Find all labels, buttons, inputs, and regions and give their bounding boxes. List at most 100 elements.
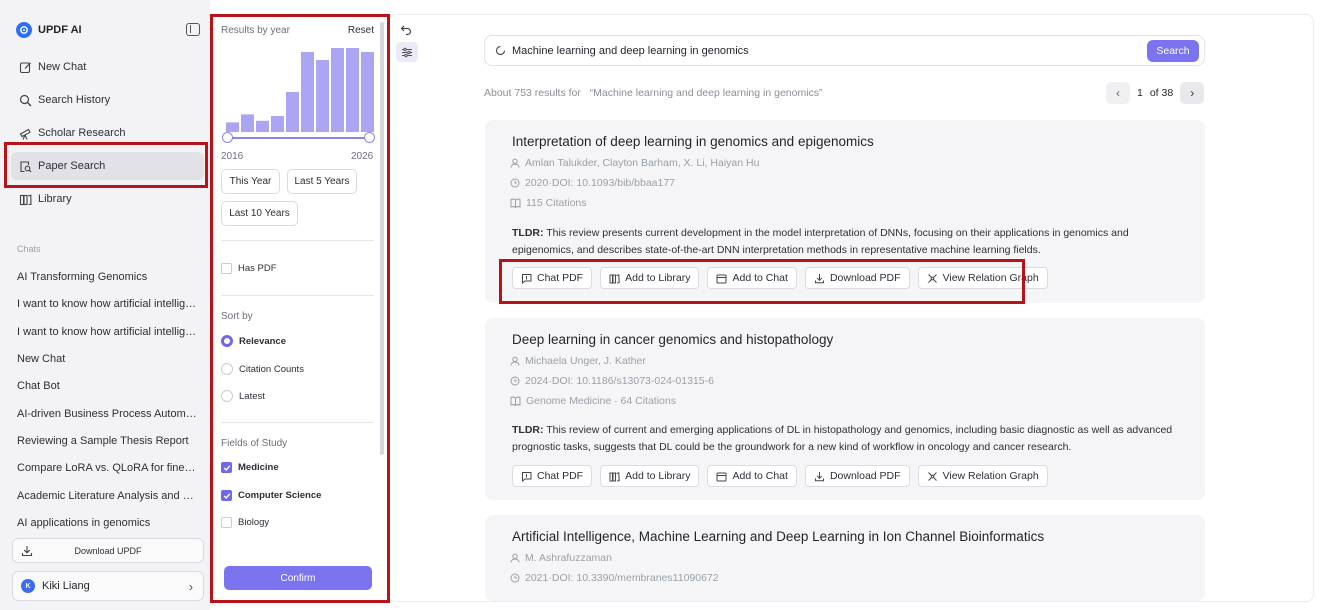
view-relation-graph-button[interactable]: View Relation Graph	[917, 267, 1048, 289]
sidebar-item-new-chat[interactable]: New Chat	[11, 53, 204, 81]
sidebar-collapse-icon[interactable]	[186, 23, 200, 36]
chat-history-item[interactable]: I want to know how artificial intelligen…	[17, 326, 197, 338]
sort-option-label: Citation Counts	[239, 363, 304, 375]
add-to-library-button[interactable]: Add to Library	[600, 267, 700, 289]
sidebar-item-label: Search History	[38, 94, 111, 106]
field-medicine-checkbox[interactable]: Medicine	[221, 462, 279, 473]
user-icon	[510, 553, 520, 563]
paper-title[interactable]: Artificial Intelligence, Machine Learnin…	[512, 529, 1044, 544]
chat-pdf-button[interactable]: Chat PDF	[512, 465, 593, 487]
action-label: View Relation Graph	[942, 272, 1039, 284]
user-icon	[510, 356, 520, 366]
add-to-chat-button[interactable]: Add to Chat	[707, 267, 797, 289]
loading-spinner-icon	[495, 45, 506, 56]
last-5-years-chip[interactable]: Last 5 Years	[287, 169, 357, 194]
brand[interactable]: UPDF AI	[16, 22, 82, 38]
search-input[interactable]: Machine learning and deep learning in ge…	[512, 45, 749, 57]
library-icon	[19, 193, 32, 206]
tldr-label: TLDR:	[512, 227, 544, 239]
sort-option-citation-counts[interactable]: Citation Counts	[221, 363, 304, 375]
chat-history-item[interactable]: Chat Bot	[17, 380, 197, 392]
library-icon	[609, 273, 620, 284]
chat-history-item[interactable]: AI Transforming Genomics	[17, 271, 197, 283]
fields-of-study-label: Fields of Study	[221, 438, 288, 449]
checkbox[interactable]	[221, 517, 232, 528]
undo-icon[interactable]	[400, 24, 412, 36]
paper-title[interactable]: Interpretation of deep learning in genom…	[512, 134, 874, 149]
paper-actions: Chat PDF Add to Library Add to Chat Down…	[512, 267, 1048, 289]
add-to-chat-button[interactable]: Add to Chat	[707, 465, 797, 487]
reset-button[interactable]: Reset	[348, 25, 374, 36]
chat-history-item[interactable]: I want to know how artificial intelligen…	[17, 298, 197, 310]
download-icon	[814, 471, 825, 482]
download-label: Download UPDF	[74, 545, 142, 556]
edit-icon	[19, 61, 32, 74]
chat-history-item[interactable]: AI-driven Business Process Automation	[17, 408, 197, 420]
chevron-right-icon: ›	[189, 580, 193, 594]
chat-pdf-button[interactable]: Chat PDF	[512, 267, 593, 289]
sidebar: UPDF AI New Chat Search History Scholar …	[0, 0, 210, 610]
book-icon	[510, 198, 521, 208]
field-label: Computer Science	[238, 490, 322, 501]
doi-text: 2021·DOI: 10.3390/membranes11090672	[525, 572, 719, 584]
filter-toggle-button[interactable]	[396, 42, 418, 62]
prev-page-button[interactable]: ‹	[1106, 82, 1130, 104]
filter-panel: Results by year Reset 2016 2026 This Yea…	[210, 14, 390, 602]
histogram-bar	[346, 48, 359, 132]
year-range-start-handle[interactable]	[222, 132, 233, 143]
paper-authors: Amlan Talukder, Clayton Barham, X. Li, H…	[510, 157, 759, 169]
paper-title[interactable]: Deep learning in cancer genomics and his…	[512, 332, 833, 347]
sidebar-item-library[interactable]: Library	[11, 185, 204, 213]
filter-scrollbar[interactable]	[380, 22, 384, 455]
has-pdf-checkbox[interactable]: Has PDF	[221, 263, 277, 274]
radio-selected[interactable]	[221, 335, 233, 347]
this-year-chip[interactable]: This Year	[221, 169, 280, 194]
radio[interactable]	[221, 390, 233, 402]
confirm-button[interactable]: Confirm	[224, 566, 372, 590]
radio[interactable]	[221, 363, 233, 375]
view-relation-graph-button[interactable]: View Relation Graph	[917, 465, 1048, 487]
chat-history-item[interactable]: Compare LoRA vs. QLoRA for fine-tuning	[17, 462, 197, 474]
download-pdf-button[interactable]: Download PDF	[804, 267, 910, 289]
last-10-years-chip[interactable]: Last 10 Years	[221, 201, 298, 226]
authors-text: M. Ashrafuzzaman	[525, 552, 612, 564]
sidebar-item-search-history[interactable]: Search History	[11, 86, 204, 114]
action-label: Add to Chat	[732, 470, 788, 482]
tldr-text: This review of current and emerging appl…	[512, 424, 1173, 453]
paper-search-icon	[19, 160, 32, 173]
field-computer-science-checkbox[interactable]: Computer Science	[221, 490, 321, 501]
chat-history-item[interactable]: Academic Literature Analysis and Strateg…	[17, 490, 197, 502]
action-label: Chat PDF	[537, 272, 584, 284]
action-label: Download PDF	[829, 470, 901, 482]
next-page-button[interactable]: ›	[1180, 82, 1205, 104]
field-biology-checkbox[interactable]: Biology	[221, 517, 269, 528]
paper-doi: 2024·DOI: 10.1186/s13073-024-01315-6	[510, 375, 714, 387]
chat-history-item[interactable]: AI applications in genomics	[17, 517, 197, 529]
paper-actions: Chat PDF Add to Library Add to Chat Down…	[512, 465, 1048, 487]
add-to-library-button[interactable]: Add to Library	[600, 465, 700, 487]
checkbox-checked[interactable]	[221, 462, 232, 473]
search-button[interactable]: Search	[1147, 40, 1199, 62]
chat-history-item[interactable]: Reviewing a Sample Thesis Report	[17, 435, 197, 447]
sidebar-item-scholar-research[interactable]: Scholar Research	[11, 119, 204, 147]
result-card: Interpretation of deep learning in genom…	[485, 120, 1205, 303]
paper-citations: 115 Citations	[510, 197, 587, 209]
graph-icon	[927, 471, 938, 482]
sidebar-item-label: Paper Search	[38, 160, 106, 172]
histogram-bar	[226, 122, 239, 132]
year-range-end-handle[interactable]	[364, 132, 375, 143]
action-label: Download PDF	[829, 272, 901, 284]
sidebar-item-paper-search[interactable]: Paper Search	[11, 152, 204, 180]
total-pages: of 38	[1149, 87, 1174, 99]
sort-option-latest[interactable]: Latest	[221, 390, 265, 402]
user-profile[interactable]: K Kiki Liang ›	[12, 571, 204, 601]
checkbox[interactable]	[221, 263, 232, 274]
histogram-bar	[271, 116, 284, 132]
paper-doi: 2020·DOI: 10.1093/bib/bbaa177	[510, 177, 675, 189]
sort-option-relevance[interactable]: Relevance	[221, 335, 286, 347]
tldr-label: TLDR:	[512, 424, 544, 436]
download-pdf-button[interactable]: Download PDF	[804, 465, 910, 487]
checkbox-checked[interactable]	[221, 490, 232, 501]
download-updf-button[interactable]: Download UPDF	[12, 538, 204, 563]
chat-history-item[interactable]: New Chat	[17, 353, 197, 365]
